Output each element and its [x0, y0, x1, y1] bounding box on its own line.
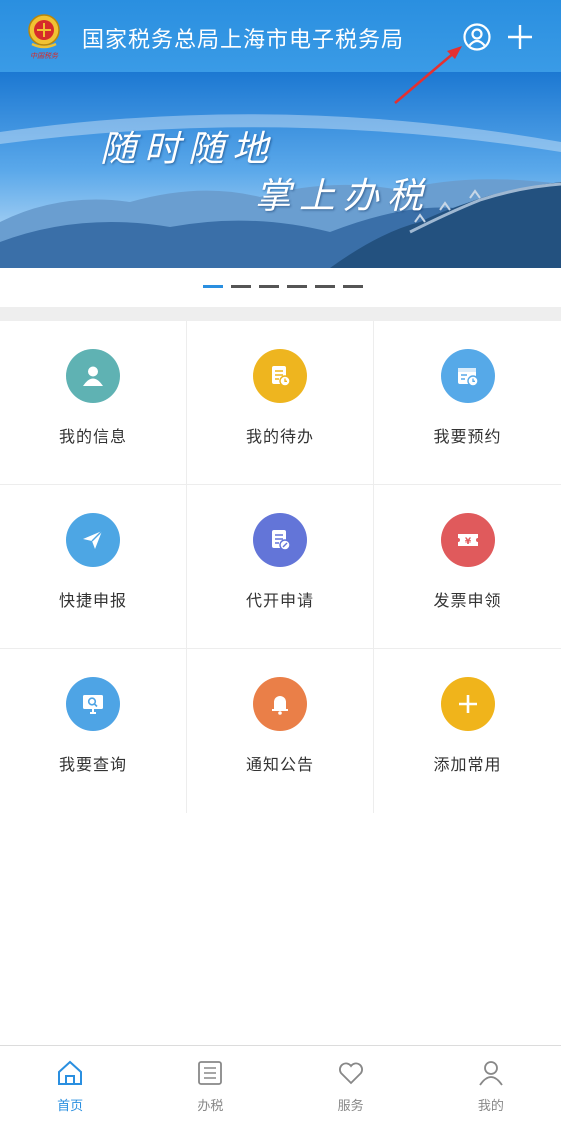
grid-item-appointment[interactable]: 我要预约	[374, 321, 561, 485]
tab-label: 服务	[337, 1099, 364, 1114]
calendar-clock-icon	[440, 349, 495, 403]
carousel-dot[interactable]	[203, 285, 223, 288]
logo-caption: 中国税务	[30, 52, 58, 60]
grid-item-my-info[interactable]: 我的信息	[0, 321, 187, 485]
grid-item-label: 代开申请	[245, 591, 314, 610]
promo-banner[interactable]: 随时随地 掌上办税	[0, 72, 561, 268]
tab-service[interactable]: 服务	[281, 1046, 421, 1134]
person-icon	[479, 1061, 503, 1086]
tab-tax[interactable]: 办税	[140, 1046, 280, 1134]
user-icon	[66, 349, 120, 403]
carousel-dot[interactable]	[259, 285, 279, 288]
grid-item-invoice-claim[interactable]: ¥ 发票申领	[374, 485, 561, 649]
grid-item-add-shortcut[interactable]: 添加常用	[374, 649, 561, 813]
grid-item-quick-declare[interactable]: 快捷申报	[0, 485, 187, 649]
monitor-search-icon	[66, 677, 120, 731]
bottom-tab-bar: 首页 办税 服务 我的	[0, 1045, 561, 1134]
banner-slogan-line2: 掌上办税	[255, 176, 432, 217]
user-circle-icon	[463, 23, 491, 51]
paper-plane-icon	[66, 513, 120, 567]
grid-item-query[interactable]: 我要查询	[0, 649, 187, 813]
add-button[interactable]	[503, 20, 537, 54]
grid-item-label: 发票申领	[433, 591, 502, 610]
grid-item-proxy-invoice[interactable]: 代开申请	[187, 485, 374, 649]
user-profile-button[interactable]	[460, 20, 494, 54]
grid-item-notices[interactable]: 通知公告	[187, 649, 374, 813]
carousel-indicator	[203, 285, 363, 288]
ticket-yen-icon: ¥	[440, 513, 495, 567]
svg-text:¥: ¥	[464, 537, 471, 547]
tab-label: 我的	[477, 1099, 504, 1114]
bell-icon	[253, 677, 307, 731]
section-divider	[0, 307, 561, 321]
tab-home[interactable]: 首页	[0, 1046, 140, 1134]
grid-item-label: 我的信息	[58, 427, 127, 446]
app-header: 中国税务 国家税务总局上海市电子税务局	[0, 0, 561, 72]
function-grid: 我的信息 我的待办 我要预约 快捷申报 代开申请 ¥ 发票申领 我要查询 通知公…	[0, 321, 561, 813]
heart-icon	[338, 1062, 363, 1085]
app-title: 国家税务总局上海市电子税务局	[82, 28, 405, 53]
plus-icon	[508, 25, 532, 49]
banner-slogan-line1: 随时随地	[100, 129, 277, 170]
home-icon	[58, 1060, 83, 1085]
carousel-dot[interactable]	[343, 285, 363, 288]
document-edit-icon	[253, 513, 307, 567]
tab-label: 办税	[197, 1099, 224, 1114]
grid-item-label: 我要预约	[433, 427, 502, 446]
grid-item-label: 通知公告	[245, 755, 314, 774]
carousel-dot[interactable]	[231, 285, 251, 288]
grid-item-my-todo[interactable]: 我的待办	[187, 321, 374, 485]
grid-item-label: 我要查询	[58, 755, 127, 774]
grid-item-label: 快捷申报	[58, 591, 127, 610]
carousel-dot[interactable]	[315, 285, 335, 288]
list-icon	[198, 1061, 223, 1085]
plus-icon	[440, 677, 495, 731]
grid-item-label: 添加常用	[433, 755, 502, 774]
tab-mine[interactable]: 我的	[421, 1046, 561, 1134]
grid-item-label: 我的待办	[245, 427, 314, 446]
document-clock-icon	[253, 349, 307, 403]
tab-label: 首页	[57, 1099, 84, 1114]
carousel-dot[interactable]	[287, 285, 307, 288]
